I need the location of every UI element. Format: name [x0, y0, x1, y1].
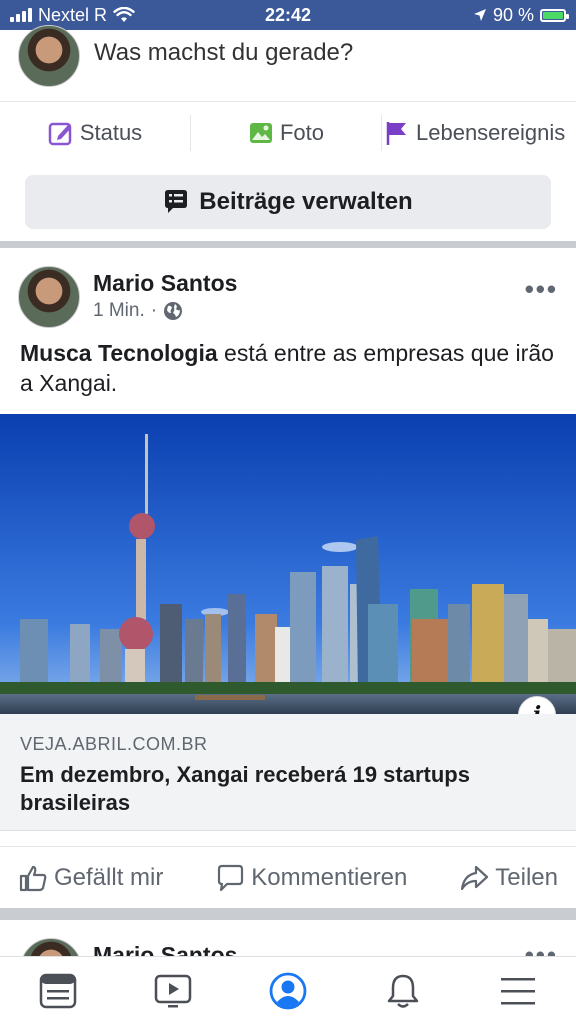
- composer-prompt[interactable]: Was machst du gerade?: [94, 39, 353, 67]
- next-post: Mario Santos •••: [0, 920, 576, 960]
- signal-icon: [10, 8, 32, 22]
- composer[interactable]: Was machst du gerade?: [0, 24, 576, 102]
- globe-icon: [164, 302, 183, 320]
- manage-posts-label: Beiträge verwalten: [199, 188, 413, 215]
- wifi-icon: [113, 7, 135, 22]
- tab-notifications[interactable]: [373, 966, 433, 1016]
- share-label: Teilen: [495, 863, 558, 891]
- comment-label: Kommentieren: [251, 863, 408, 891]
- bottom-tab-bar: [0, 956, 576, 1024]
- post-meta: 1 Min. ·: [93, 300, 183, 322]
- photo-label: Foto: [279, 120, 325, 145]
- post: Mario Santos 1 Min. · ••• Musca Tecnolog…: [0, 248, 576, 398]
- meta-separator: ·: [150, 300, 158, 321]
- life-event-label: Lebensereignis: [416, 120, 566, 145]
- hamburger-menu-icon: [501, 977, 536, 1004]
- status-label: Status: [79, 120, 143, 145]
- video-play-icon: [154, 974, 192, 1007]
- life-event-button[interactable]: Lebensereignis: [382, 120, 576, 146]
- message-list-icon: [165, 190, 188, 213]
- share-button[interactable]: Teilen: [459, 863, 558, 893]
- section-divider: [0, 908, 576, 920]
- comment-icon: [218, 864, 244, 891]
- post-header: Mario Santos 1 Min. · •••: [0, 248, 576, 338]
- section-divider: [0, 241, 576, 248]
- avatar[interactable]: [18, 266, 80, 328]
- battery-percent: 90 %: [492, 4, 534, 25]
- shanghai-skyline-image: [0, 414, 576, 714]
- status-bar: Nextel R 22:42 90 %: [0, 0, 576, 30]
- share-icon: [461, 865, 489, 890]
- composer-actions: Status Foto Lebensereignis: [0, 103, 576, 163]
- comment-button[interactable]: Kommentieren: [215, 863, 407, 893]
- thumbs-up-icon: [19, 865, 47, 891]
- link-preview-image[interactable]: [0, 414, 576, 714]
- carrier-label: Nextel R: [38, 4, 108, 25]
- location-arrow-icon: [473, 9, 486, 21]
- tab-watch[interactable]: [143, 966, 203, 1016]
- post-time[interactable]: 1 Min.: [93, 300, 145, 322]
- clock: 22:42: [264, 4, 312, 25]
- reaction-bar: Gefällt mir Kommentieren Teilen: [0, 846, 576, 908]
- avatar[interactable]: [18, 24, 80, 87]
- like-label: Gefällt mir: [54, 863, 164, 891]
- link-domain: VEJA.ABRIL.COM.BR: [20, 734, 208, 754]
- post-author[interactable]: Mario Santos: [93, 270, 237, 297]
- photo-icon: [249, 123, 272, 143]
- tab-news-feed[interactable]: [28, 966, 88, 1016]
- edit-icon: [48, 122, 72, 146]
- link-preview[interactable]: VEJA.ABRIL.COM.BR Em dezembro, Xangai re…: [0, 714, 576, 831]
- post-text: Musca Tecnologia está entre as empresas …: [0, 338, 576, 398]
- photo-button[interactable]: Foto: [191, 120, 381, 146]
- mentioned-page[interactable]: Musca Tecnologia: [20, 340, 218, 366]
- status-button[interactable]: Status: [0, 120, 190, 146]
- bell-icon: [387, 974, 419, 1008]
- flag-icon: [386, 122, 406, 145]
- more-options-icon[interactable]: •••: [525, 274, 558, 305]
- profile-icon: [269, 972, 307, 1009]
- manage-posts-button[interactable]: Beiträge verwalten: [25, 175, 551, 229]
- tab-profile[interactable]: [258, 966, 318, 1016]
- battery-icon: [540, 8, 569, 22]
- tab-menu[interactable]: [488, 966, 548, 1016]
- like-button[interactable]: Gefällt mir: [18, 863, 163, 893]
- news-feed-icon: [39, 973, 76, 1008]
- link-title: Em dezembro, Xangai receberá 19 startups…: [20, 762, 470, 815]
